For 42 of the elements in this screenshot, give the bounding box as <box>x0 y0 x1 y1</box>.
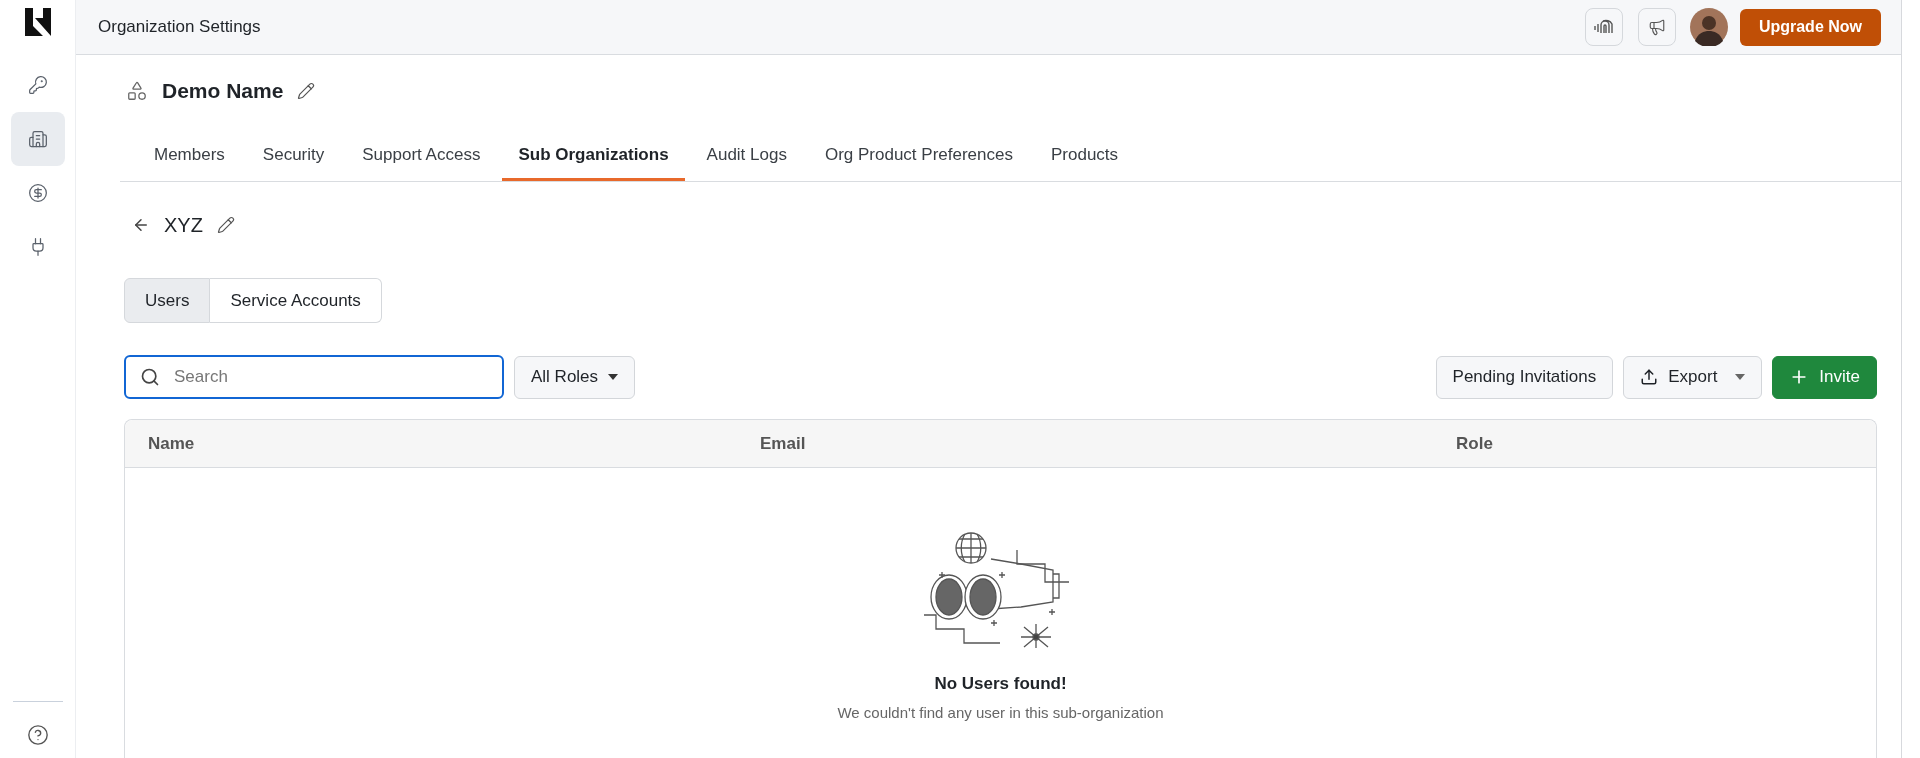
sub-org-name: XYZ <box>164 213 203 237</box>
signal-button[interactable] <box>1584 8 1623 46</box>
tab[interactable]: Org Product Preferences <box>808 131 1029 181</box>
caret-icon <box>608 374 619 380</box>
column-header: Email <box>760 433 807 454</box>
dollar-icon <box>27 183 48 203</box>
key-icon <box>27 75 48 95</box>
column-header: Role <box>1456 433 1494 454</box>
search-icon <box>140 367 160 387</box>
caret-icon <box>1735 374 1746 380</box>
tab[interactable]: Audit Logs <box>690 131 803 181</box>
empty-title: No Users found! <box>934 674 1067 694</box>
megaphone-icon <box>1647 18 1666 36</box>
role-dropdown[interactable]: All Roles <box>514 355 636 399</box>
sidebar-item[interactable] <box>10 112 65 166</box>
tab[interactable]: Security <box>246 131 341 181</box>
tab[interactable]: Products <box>1034 131 1135 181</box>
segment-tab[interactable]: Users <box>124 278 211 323</box>
empty-message: We couldn't find any user in this sub-organization <box>837 704 1164 721</box>
tab[interactable]: Support Access <box>346 131 497 181</box>
tab[interactable]: Members <box>138 131 241 181</box>
pending-invitations-button[interactable]: Pending Invitations <box>1435 355 1614 399</box>
segment-tab[interactable]: Service Accounts <box>210 278 382 323</box>
help-icon[interactable] <box>26 724 49 746</box>
page-title: Organization Settings <box>98 17 262 37</box>
edit-icon[interactable] <box>297 82 316 100</box>
logo[interactable] <box>24 8 51 36</box>
column-header: Name <box>148 433 196 454</box>
invite-button[interactable]: Invite <box>1772 355 1877 399</box>
signal-icon <box>1593 19 1614 35</box>
org-name: Demo Name <box>162 79 284 103</box>
tab[interactable]: Sub Organizations <box>502 131 685 181</box>
upgrade-button[interactable]: Upgrade Now <box>1739 8 1881 46</box>
announcement-button[interactable] <box>1637 8 1676 46</box>
avatar[interactable] <box>1689 8 1728 46</box>
back-icon[interactable] <box>132 216 150 234</box>
shapes-icon <box>126 80 148 102</box>
search-field[interactable]: Search <box>124 355 504 399</box>
edit-icon[interactable] <box>216 216 235 234</box>
upload-icon <box>1640 368 1659 386</box>
building-icon <box>27 129 48 149</box>
export-button[interactable]: Export <box>1623 355 1763 399</box>
